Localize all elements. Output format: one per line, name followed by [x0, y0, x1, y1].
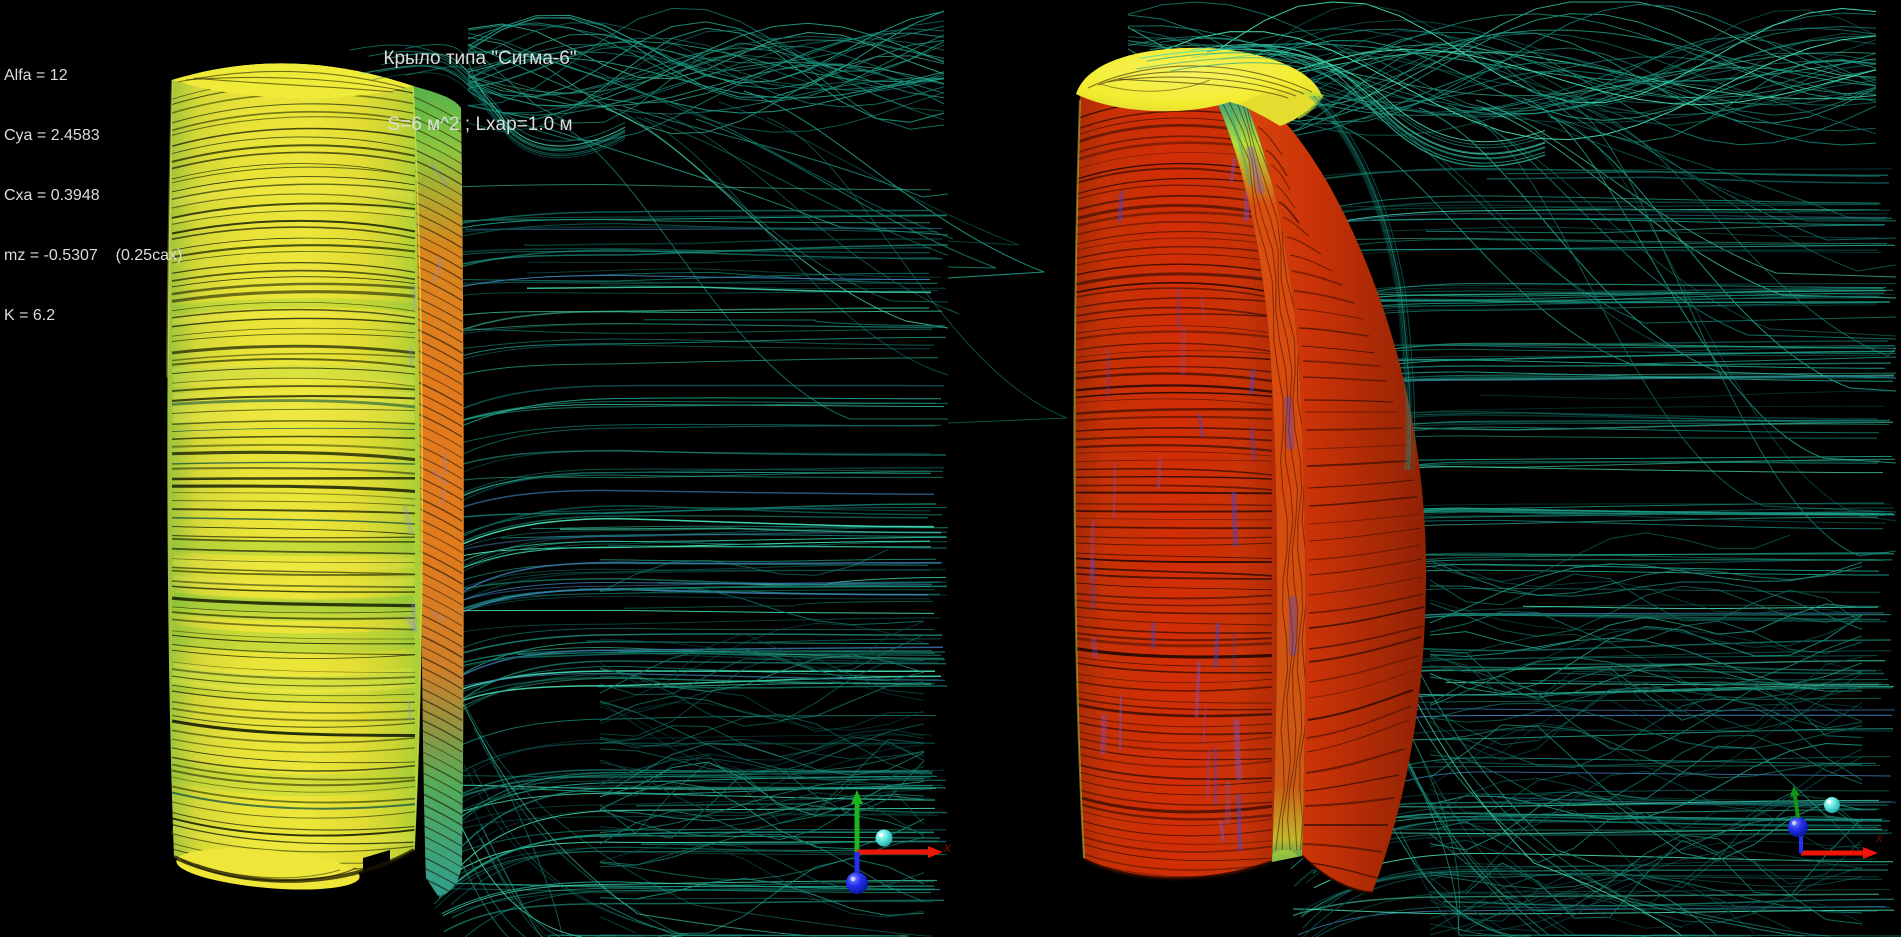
readout-alfa: Alfa = 12	[4, 66, 182, 86]
scene-title: Крыло типа "Сигма-6" S=6 м^2 ; Lxap=1.0 …	[300, 4, 660, 180]
wing-params-subtitle: S=6 м^2 ; Lxap=1.0 м	[300, 114, 660, 136]
readout-cxa: Cxa = 0.3948	[4, 186, 182, 206]
aero-coefficients-readout: Alfa = 12 Cya = 2.4583 Cxa = 0.3948 mz =…	[4, 26, 182, 366]
x-axis-label: x	[1875, 830, 1883, 845]
right-view-wing-surface[interactable]	[1074, 48, 1426, 893]
left-view-wing-surface[interactable]	[167, 63, 464, 909]
wing-type-title: Крыло типа "Сигма-6"	[300, 48, 660, 70]
cfd-visualization-viewport[interactable]: x x Alfa = 12 Cya = 2.4583 Cxa = 0.3948 …	[0, 0, 1901, 937]
scene-canvas[interactable]: x x	[0, 0, 1901, 937]
readout-cya: Cya = 2.4583	[4, 126, 182, 146]
readout-k: K = 6.2	[4, 306, 182, 326]
x-axis-label: x	[943, 839, 952, 855]
readout-mz: mz = -0.5307 (0.25сах)	[4, 246, 182, 266]
